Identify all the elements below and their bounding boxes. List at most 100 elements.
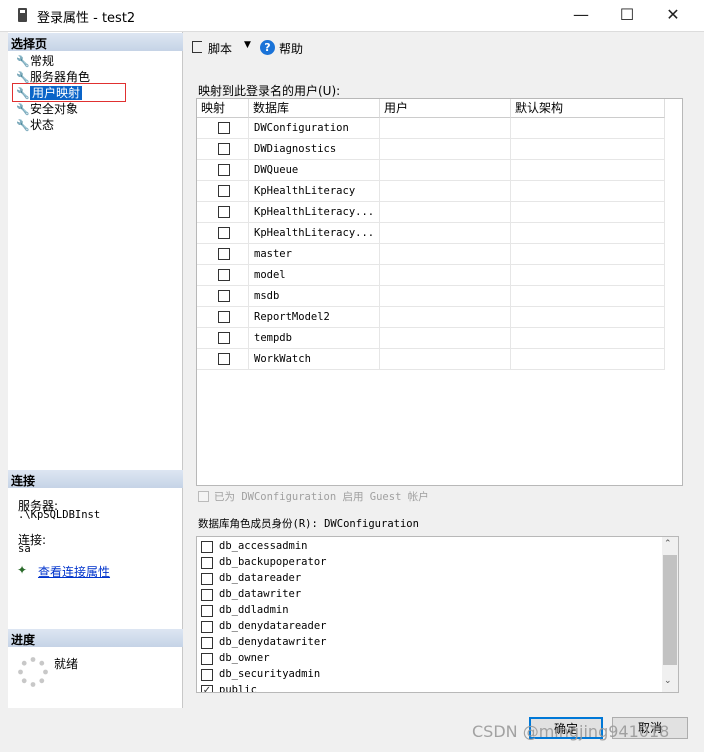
map-checkbox[interactable] xyxy=(218,227,230,239)
map-checkbox[interactable] xyxy=(218,332,230,344)
default-schema-cell[interactable] xyxy=(511,286,665,307)
table-row[interactable]: DWDiagnostics xyxy=(197,139,665,160)
map-checkbox[interactable] xyxy=(218,353,230,365)
database-roles-list[interactable]: db_accessadmin db_backupoperator db_datare… xyxy=(196,536,679,693)
role-checkbox[interactable] xyxy=(201,541,213,553)
map-cell xyxy=(197,286,249,307)
map-checkbox[interactable] xyxy=(218,164,230,176)
role-item[interactable]: db_denydatareader xyxy=(199,619,659,635)
default-schema-cell[interactable] xyxy=(511,181,665,202)
user-cell[interactable] xyxy=(380,265,511,286)
column-header-user[interactable]: 用户 xyxy=(380,99,511,118)
table-row[interactable]: tempdb xyxy=(197,328,665,349)
role-checkbox[interactable] xyxy=(201,653,213,665)
role-item[interactable]: db_datareader xyxy=(199,571,659,587)
database-cell: WorkWatch xyxy=(249,349,380,370)
role-item[interactable]: db_owner xyxy=(199,651,659,667)
role-checkbox[interactable] xyxy=(201,589,213,601)
map-checkbox[interactable] xyxy=(218,290,230,302)
user-cell[interactable] xyxy=(380,286,511,307)
table-row[interactable]: KpHealthLiteracy... xyxy=(197,202,665,223)
user-cell[interactable] xyxy=(380,223,511,244)
map-checkbox[interactable] xyxy=(218,248,230,260)
close-icon[interactable]: ✕ xyxy=(650,0,696,32)
guest-checkbox[interactable] xyxy=(198,491,209,502)
user-cell[interactable] xyxy=(380,202,511,223)
nav-item-status[interactable]: 🔧状态 xyxy=(16,117,54,133)
map-checkbox[interactable] xyxy=(218,143,230,155)
user-cell[interactable] xyxy=(380,328,511,349)
database-cell: KpHealthLiteracy... xyxy=(249,202,380,223)
script-dropdown-icon[interactable]: ▼ xyxy=(244,40,251,50)
column-header-database[interactable]: 数据库 xyxy=(249,99,380,118)
table-row[interactable]: master xyxy=(197,244,665,265)
map-checkbox[interactable] xyxy=(218,311,230,323)
role-item[interactable]: db_backupoperator xyxy=(199,555,659,571)
default-schema-cell[interactable] xyxy=(511,139,665,160)
toolbar: 脚本 ▼ ? 帮助 xyxy=(184,32,696,64)
progress-status: 就绪 xyxy=(54,657,79,671)
user-cell[interactable] xyxy=(380,349,511,370)
role-item[interactable]: db_ddladmin xyxy=(199,603,659,619)
help-button[interactable]: 帮助 xyxy=(279,40,303,57)
role-checkbox[interactable] xyxy=(201,637,213,649)
role-item[interactable]: db_securityadmin xyxy=(199,667,659,683)
role-name: db_denydatareader xyxy=(219,620,327,632)
table-row[interactable]: DWConfiguration xyxy=(197,118,665,139)
role-item[interactable]: db_datawriter xyxy=(199,587,659,603)
default-schema-cell[interactable] xyxy=(511,202,665,223)
scroll-up-icon[interactable]: ⌃ xyxy=(664,539,672,549)
connection-header: 连接 xyxy=(8,470,183,488)
default-schema-cell[interactable] xyxy=(511,265,665,286)
map-checkbox[interactable] xyxy=(218,185,230,197)
table-row[interactable]: KpHealthLiteracy xyxy=(197,181,665,202)
role-checkbox[interactable] xyxy=(201,605,213,617)
default-schema-cell[interactable] xyxy=(511,349,665,370)
user-cell[interactable] xyxy=(380,118,511,139)
table-row[interactable]: model xyxy=(197,265,665,286)
role-item[interactable]: db_denydatawriter xyxy=(199,635,659,651)
user-cell[interactable] xyxy=(380,139,511,160)
table-row[interactable]: ReportModel2 xyxy=(197,307,665,328)
role-checkbox[interactable] xyxy=(201,669,213,681)
user-cell[interactable] xyxy=(380,307,511,328)
default-schema-cell[interactable] xyxy=(511,244,665,265)
user-mapping-grid[interactable]: 映射 数据库 用户 默认架构 DWConfiguration DWDiagnost… xyxy=(196,98,683,486)
table-row[interactable]: WorkWatch xyxy=(197,349,665,370)
scroll-down-icon[interactable]: ⌄ xyxy=(664,676,672,686)
role-checkbox[interactable] xyxy=(201,573,213,585)
user-cell[interactable] xyxy=(380,244,511,265)
selected-nav-highlight xyxy=(12,83,126,102)
script-button[interactable]: 脚本 xyxy=(208,40,232,57)
column-header-default-schema[interactable]: 默认架构 xyxy=(511,99,665,118)
window-app-icon xyxy=(18,8,27,22)
nav-item-general[interactable]: 🔧常规 xyxy=(16,53,54,69)
database-cell: master xyxy=(249,244,380,265)
nav-item-securables[interactable]: 🔧安全对象 xyxy=(16,101,78,117)
role-checkbox[interactable]: ✓ xyxy=(201,685,213,692)
column-header-map[interactable]: 映射 xyxy=(197,99,249,118)
view-connection-properties-link[interactable]: 查看连接属性 xyxy=(38,563,110,580)
role-checkbox[interactable] xyxy=(201,621,213,633)
table-row[interactable]: DWQueue xyxy=(197,160,665,181)
role-name: db_datawriter xyxy=(219,588,302,600)
default-schema-cell[interactable] xyxy=(511,118,665,139)
map-checkbox[interactable] xyxy=(218,122,230,134)
table-row[interactable]: KpHealthLiteracy... xyxy=(197,223,665,244)
maximize-icon[interactable]: ☐ xyxy=(604,0,650,32)
user-cell[interactable] xyxy=(380,160,511,181)
roles-scrollbar-thumb[interactable] xyxy=(663,555,677,665)
role-checkbox[interactable] xyxy=(201,557,213,569)
user-cell[interactable] xyxy=(380,181,511,202)
table-row[interactable]: msdb xyxy=(197,286,665,307)
role-name: db_securityadmin xyxy=(219,668,321,680)
minimize-icon[interactable]: — xyxy=(558,0,604,32)
role-item[interactable]: ✓ public xyxy=(199,683,659,692)
default-schema-cell[interactable] xyxy=(511,307,665,328)
default-schema-cell[interactable] xyxy=(511,223,665,244)
default-schema-cell[interactable] xyxy=(511,328,665,349)
role-item[interactable]: db_accessadmin xyxy=(199,539,659,555)
map-checkbox[interactable] xyxy=(218,206,230,218)
map-checkbox[interactable] xyxy=(218,269,230,281)
default-schema-cell[interactable] xyxy=(511,160,665,181)
